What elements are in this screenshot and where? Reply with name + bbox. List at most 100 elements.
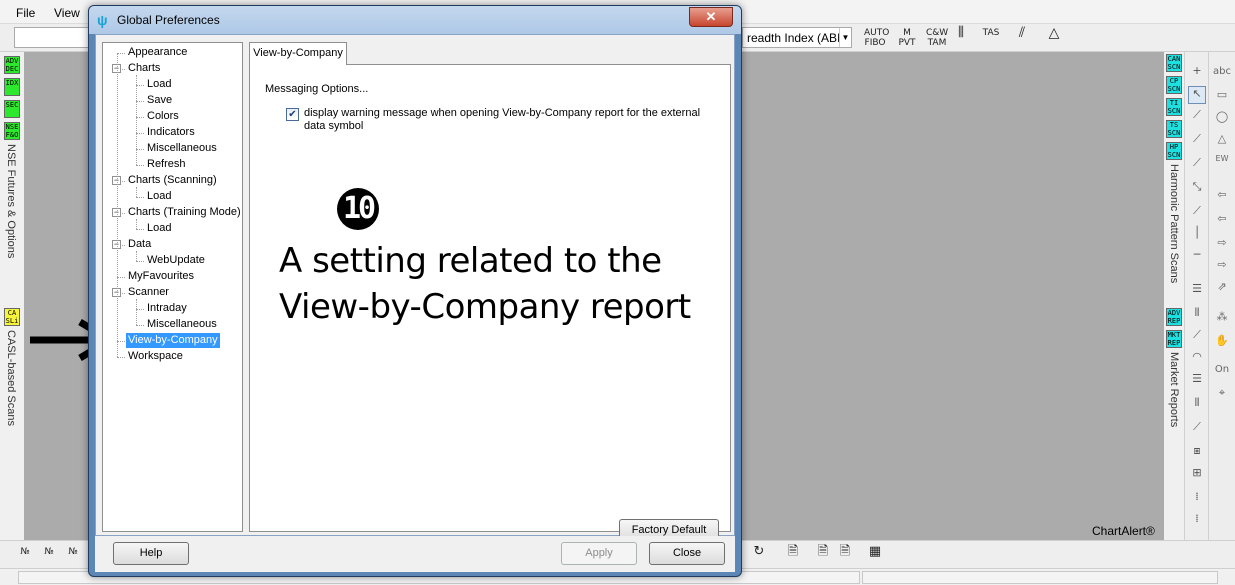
breadth-index-dropdown[interactable]: readth Index (ABI ▼ [742,27,852,48]
text-tool-icon[interactable]: abc [1212,66,1232,84]
vertical-bars-icon[interactable]: ⦀ [1188,306,1206,324]
cursor-r-icon[interactable]: ⌖ [1212,386,1232,404]
tree-item[interactable]: Save [145,93,174,108]
pointer-icon[interactable]: ↖ [1188,86,1206,104]
channel-tool-icon[interactable]: ⟋ [1188,204,1206,222]
harmonic-pattern-scans-label[interactable]: Harmonic Pattern Scans [1168,164,1180,283]
tree-item[interactable]: Scanner [126,285,171,300]
tree-item[interactable]: Miscellaneous [145,141,219,156]
line-tool-icon[interactable]: ⟋ [1188,108,1206,126]
pivot-icon[interactable]: M PVT [896,28,918,48]
fib-time-icon[interactable]: ⦀ [1188,396,1206,414]
fib-retrace-icon[interactable]: ☰ [1188,372,1206,390]
tree-item[interactable]: Intraday [145,301,189,316]
tree-item[interactable]: Load [145,221,173,236]
rectangle-icon[interactable]: ▭ [1212,88,1232,106]
tas-icon[interactable]: TAS [980,28,1002,48]
tree-item[interactable]: Charts [126,61,162,76]
brand-label: ChartAlert® [1092,524,1155,538]
report-3-icon[interactable]: 🗎 [836,545,854,567]
vertical-line-icon[interactable]: │ [1188,226,1206,244]
grid-pattern-icon[interactable]: ⧆ [1188,444,1206,462]
tree-item[interactable]: Indicators [145,125,197,140]
mkt-rep-button[interactable]: MKT REP [1166,330,1182,348]
n123-2-icon[interactable]: № [40,547,58,567]
tree-item[interactable]: Load [145,77,173,92]
arrow-right-icon[interactable]: ⇨ [1212,236,1232,254]
tree-item[interactable]: View-by-Company [126,333,220,348]
tree-item[interactable]: Data [126,237,153,252]
nse-futures-options-label[interactable]: NSE Futures & Options [5,144,17,258]
thumb-icon[interactable]: ✋ [1212,334,1232,352]
tree-item[interactable]: Charts (Scanning) [126,173,219,188]
chevron-down-icon: ▼ [839,28,851,47]
dots-grid-icon[interactable]: ⁞ [1188,490,1206,508]
dialog-title-bar[interactable]: ψ Global Preferences ✕ [89,6,741,34]
menu-file[interactable]: File [16,6,35,20]
pitchfork-icon[interactable]: ⫽ [1012,26,1032,48]
tree-item[interactable]: Appearance [126,45,189,60]
idx-button[interactable]: IDX [4,78,20,96]
sl-tool-2-icon[interactable]: ⟋ [1188,156,1206,174]
refresh-icon[interactable]: ↻ [750,545,768,567]
tree-item[interactable]: Charts (Training Mode) [126,205,243,220]
dots-grid-2-icon[interactable]: ⁞ [1188,512,1206,530]
tree-item[interactable]: Refresh [145,157,188,172]
casl-button[interactable]: CA SLi [4,308,20,326]
cp-scn-button[interactable]: CP SCN [1166,76,1182,94]
rectangle-lines-icon[interactable]: ☰ [1188,282,1206,300]
ts-scn-button[interactable]: TS SCN [1166,120,1182,138]
bars-icon[interactable]: ⫼ [952,26,970,48]
segment-tool-icon[interactable]: ─ [1188,248,1206,266]
n123-3-icon[interactable]: № [64,547,82,567]
cw-tam-icon[interactable]: C&W TAM [926,28,948,48]
hp-scn-button[interactable]: HP SCN [1166,142,1182,160]
arrow-left-icon[interactable]: ⇦ [1212,188,1232,206]
market-reports-label[interactable]: Market Reports [1168,352,1180,427]
close-button[interactable]: Close [649,542,725,565]
apply-button[interactable]: Apply [561,542,637,565]
grid-box-icon[interactable]: ⊞ [1188,466,1206,484]
gann-fan-icon[interactable]: ⟋ [1188,420,1206,438]
fan-tool-icon[interactable]: ⤡ [1188,180,1206,198]
tree-item[interactable]: Miscellaneous [145,317,219,332]
sl-tool-icon[interactable]: ⟋ [1188,132,1206,150]
tab-view-by-company[interactable]: View-by-Company [249,42,347,65]
symbol-input[interactable] [14,27,94,48]
adv-dec-button[interactable]: ADV DEC [4,56,20,74]
arc-tool-icon[interactable]: ◠ [1188,350,1206,368]
crosshair-icon[interactable]: + [1188,64,1206,82]
report-icon[interactable]: 🗎 [784,545,802,567]
tree-item[interactable]: Load [145,189,173,204]
arrow-right-2-icon[interactable]: ⇨ [1212,258,1232,276]
on-toggle[interactable]: On [1212,364,1232,382]
adv-rep-button[interactable]: ADV REP [1166,308,1182,326]
tree-item[interactable]: Workspace [126,349,185,364]
tree-item[interactable]: MyFavourites [126,269,196,284]
warning-message-label[interactable]: display warning message when opening Vie… [304,107,704,133]
arrow-left-2-icon[interactable]: ⇦ [1212,212,1232,230]
can-scn-button[interactable]: CAN SCN [1166,54,1182,72]
close-icon[interactable]: ✕ [689,7,733,27]
wave-label-icon[interactable]: ⁂ [1212,310,1232,328]
warning-message-checkbox[interactable]: ✔ [286,108,299,121]
triangle-tool-icon[interactable]: △ [1044,26,1064,48]
nse-fo-button[interactable]: NSE F&O [4,122,20,140]
calc-icon[interactable]: ▦ [866,545,884,567]
report-2-icon[interactable]: 🗎 [814,545,832,567]
menu-view[interactable]: View [54,6,80,20]
ti-scn-button[interactable]: TI SCN [1166,98,1182,116]
n123-icon[interactable]: № [16,547,34,567]
drawing-tools-strip: + ↖ ⟋ ⟋ ⟋ ⤡ ⟋ │ ─ ☰ ⦀ ⟋ ◠ ☰ ⦀ ⟋ ⧆ ⊞ ⁞ ⁞ [1184,52,1208,540]
casl-based-scans-label[interactable]: CASL-based Scans [5,330,17,426]
tree-item[interactable]: WebUpdate [145,253,207,268]
arrow-up-right-icon[interactable]: ⇗ [1212,280,1232,298]
ellipse-icon[interactable]: ◯ [1212,110,1232,128]
auto-fibo-icon[interactable]: AUTO FIBO [864,28,889,48]
speed-lines-icon[interactable]: ⟋ [1188,328,1206,346]
help-button[interactable]: Help [113,542,189,565]
tree-item[interactable]: Colors [145,109,181,124]
ew-sym-icon[interactable]: EW [1212,154,1232,172]
sec-button[interactable]: SEC [4,100,20,118]
triangle-icon[interactable]: △ [1212,132,1232,150]
